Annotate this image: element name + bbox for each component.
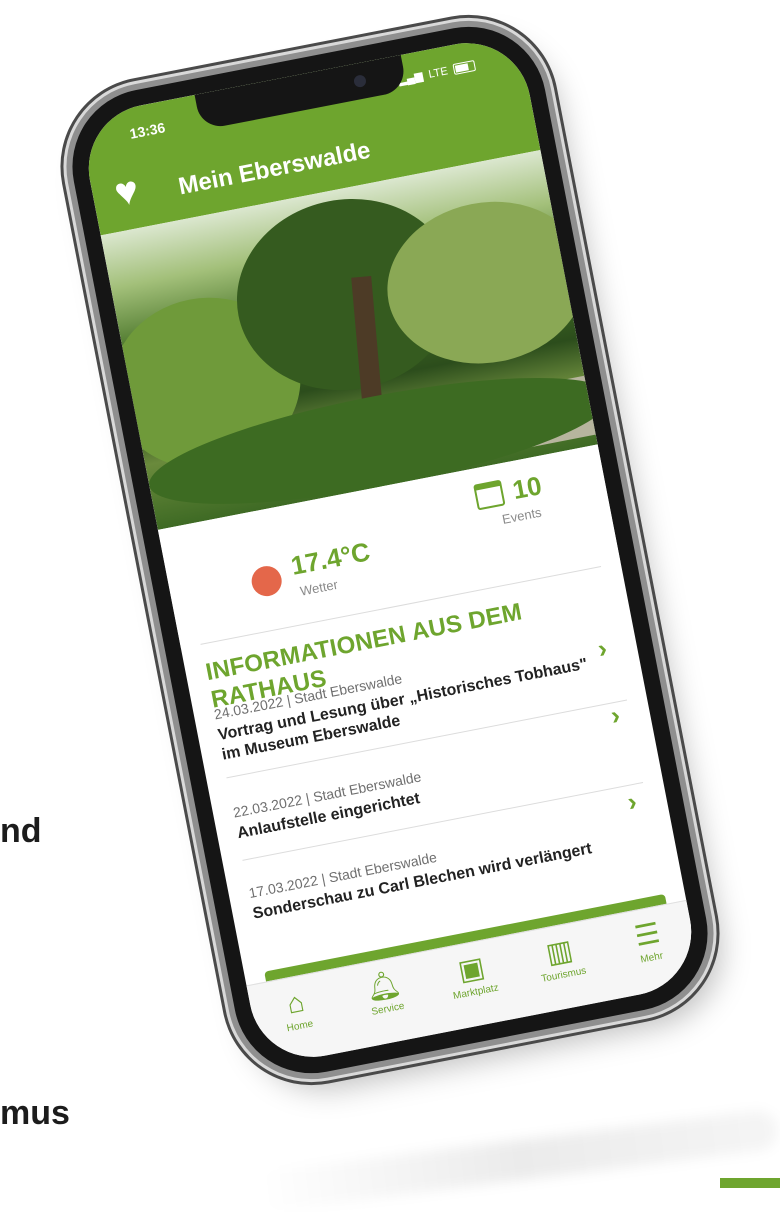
map-icon: ▥ [543, 933, 576, 970]
bell-icon: 🔔︎ [363, 967, 404, 1005]
heart-icon[interactable]: ♥ [111, 168, 143, 216]
tab-service[interactable]: 🔔︎ Service [346, 964, 423, 1022]
tab-label: Marktplatz [452, 982, 500, 1003]
network-label: LTE [427, 64, 449, 81]
tab-marktplatz[interactable]: ▣ Marktplatz [434, 947, 511, 1005]
status-time: 13:36 [128, 119, 167, 142]
briefcase-icon: ▣ [455, 950, 488, 987]
background-text-fragment-2: mus [0, 1094, 70, 1132]
accent-strip [720, 1178, 780, 1188]
phone-mockup: 13:36 ▂▄▆ LTE ♥ Mein Eberswalde 17.4°C W… [59, 13, 721, 1087]
events-count[interactable]: 10 [510, 470, 544, 506]
status-indicators: ▂▄▆ LTE [397, 59, 477, 87]
tab-mehr[interactable]: ☰ Mehr [610, 913, 687, 971]
menu-icon: ☰ [631, 916, 663, 953]
tab-label: Home [285, 1018, 315, 1035]
home-icon: ⌂ [284, 986, 307, 1020]
bottom-tab-bar: ⌂ Home 🔔︎ Service ▣ Marktplatz ▥ Tourism… [246, 899, 703, 1068]
battery-icon [452, 59, 477, 75]
chevron-right-icon[interactable]: › [608, 699, 622, 731]
phone-shadow [259, 1108, 780, 1212]
weather-label: Wetter [298, 576, 340, 599]
weather-icon [249, 563, 285, 599]
tab-label: Tourismus [540, 965, 588, 985]
tab-home[interactable]: ⌂ Home [258, 981, 335, 1039]
calendar-icon [473, 479, 506, 511]
background-text-fragment-1: nd [0, 812, 42, 850]
tab-label: Mehr [639, 950, 665, 966]
weather-temperature[interactable]: 17.4°C [288, 536, 372, 582]
events-label: Events [500, 504, 543, 527]
phone-screen: 13:36 ▂▄▆ LTE ♥ Mein Eberswalde 17.4°C W… [77, 32, 703, 1068]
tab-tourismus[interactable]: ▥ Tourismus [522, 930, 599, 988]
